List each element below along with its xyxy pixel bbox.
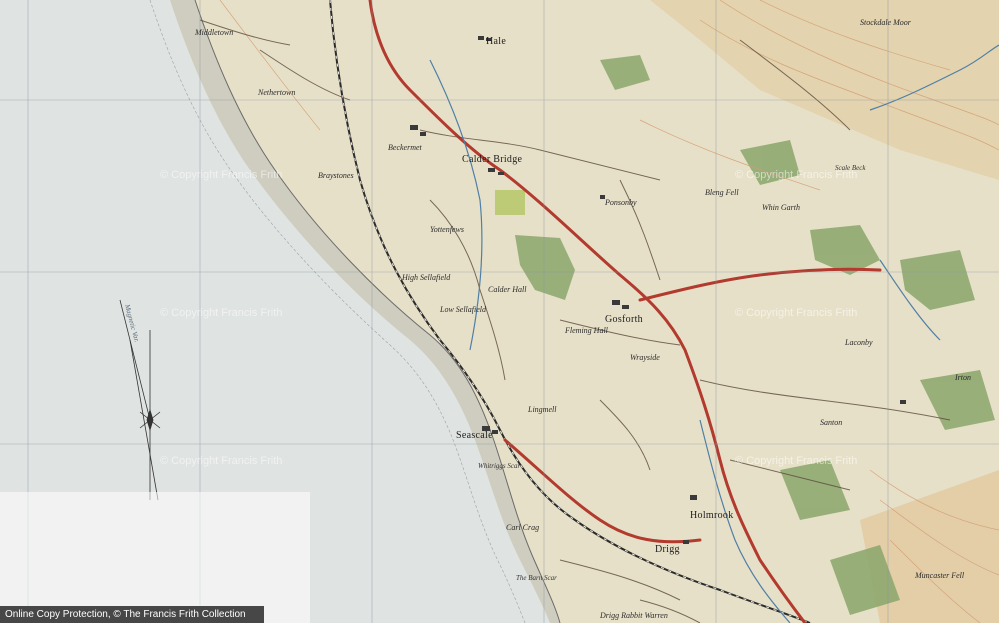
label-high-sellafield: High Sellafield	[401, 273, 451, 282]
watermark-4: © Copyright Francis Frith	[735, 307, 857, 319]
label-calder-hall: Calder Hall	[488, 285, 527, 294]
label-bleng-fell: Bleng Fell	[705, 188, 739, 197]
label-yottenfews: Yottenfews	[430, 225, 464, 234]
label-whin-garth: Whin Garth	[762, 203, 800, 212]
label-nethertown: Nethertown	[257, 88, 295, 97]
label-hale: Hale	[486, 36, 506, 47]
label-irton: Irton	[954, 373, 971, 382]
watermark-1: © Copyright Francis Frith	[160, 169, 282, 181]
label-beckermet: Beckermet	[388, 143, 423, 152]
copyright-text: Online Copy Protection, © The Francis Fr…	[5, 609, 246, 620]
label-santon: Santon	[820, 418, 842, 427]
label-calder-bridge: Calder Bridge	[462, 154, 523, 165]
label-middletown: Middletown	[194, 28, 233, 37]
label-braystones: Braystones	[318, 171, 354, 180]
watermark-5: © Copyright Francis Frith	[160, 455, 282, 467]
label-holmrook: Holmrook	[690, 510, 734, 521]
label-ponsonby: Ponsonby	[604, 198, 637, 207]
label-carl-crag: Carl Crag	[506, 523, 539, 532]
label-the-barn-scar: The Barn Scar	[516, 574, 557, 582]
label-wrayside: Wrayside	[630, 353, 660, 362]
label-muncaster-fell: Muncaster Fell	[914, 571, 965, 580]
label-whitriggs-scar: Whitriggs Scar	[478, 462, 520, 470]
copyright-footer: Online Copy Protection, © The Francis Fr…	[0, 606, 264, 623]
label-gosforth: Gosforth	[605, 314, 643, 325]
label-low-sellafield: Low Sellafield	[439, 305, 487, 314]
label-drigg-rabbit-warren: Drigg Rabbit Warren	[599, 611, 668, 620]
label-drigg: Drigg	[655, 544, 680, 555]
watermark-2: © Copyright Francis Frith	[735, 169, 857, 181]
watermark-6: © Copyright Francis Frith	[735, 455, 857, 467]
label-stockdale-moor: Stockdale Moor	[860, 18, 912, 27]
park-green	[495, 190, 525, 215]
label-fleming-hall: Fleming Hall	[564, 326, 609, 335]
watermark-3: © Copyright Francis Frith	[160, 307, 282, 319]
label-laconby: Laconby	[844, 338, 873, 347]
footer-overlay	[0, 492, 310, 623]
label-lingmell: Lingmell	[527, 405, 557, 414]
label-seascale: Seascale	[456, 430, 493, 441]
